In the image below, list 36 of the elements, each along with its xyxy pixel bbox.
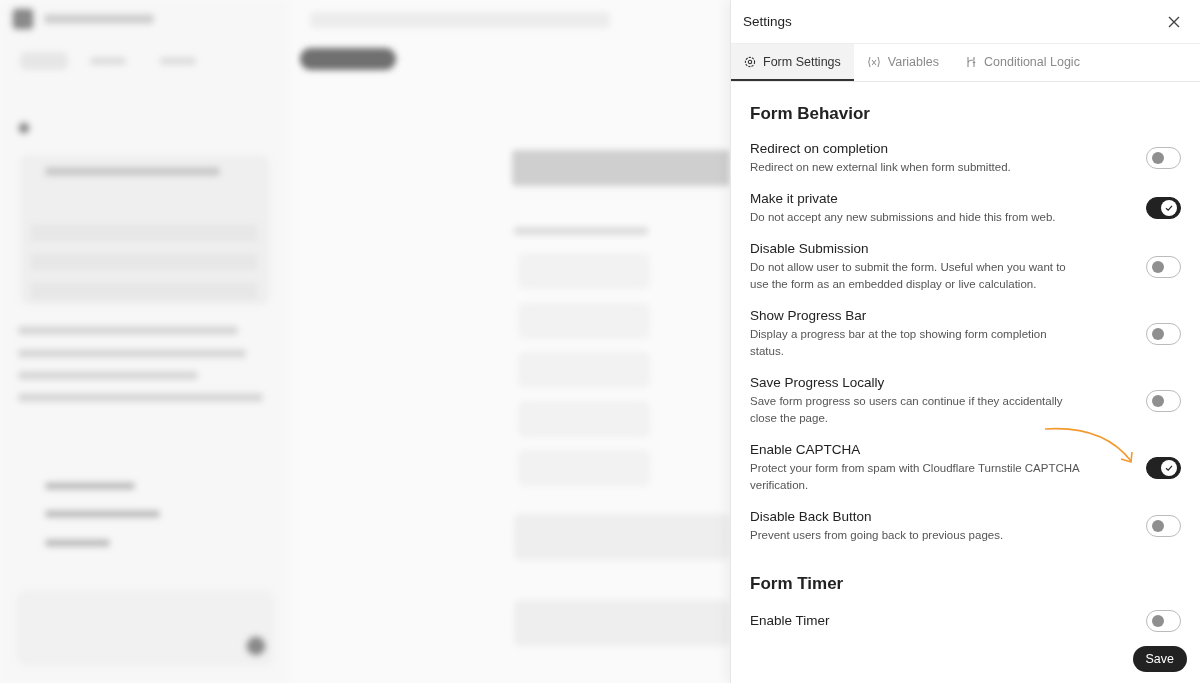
toggle-switch[interactable] — [1146, 515, 1181, 537]
toggle-switch[interactable] — [1146, 322, 1181, 345]
check-icon — [1165, 463, 1173, 472]
setting-label: Show Progress Bar — [750, 307, 868, 325]
section-heading: Form Behavior — [750, 104, 871, 124]
section-heading: Form Timer — [750, 574, 845, 594]
setting-label: Save Progress Locally — [750, 374, 886, 392]
setting-description: Prevent users from going back to previous pages. — [750, 528, 1005, 543]
panel-title: Settings — [743, 14, 792, 29]
toggle-switch[interactable] — [1146, 389, 1181, 412]
save-button[interactable]: Save — [1132, 646, 1187, 672]
setting-description: Redirect on new external link when form submitted. — [750, 160, 1012, 175]
setting-description: Do not allow user to submit the form. Useful when you want to use the form as an embedded display or live calculation. — [750, 260, 1067, 292]
setting-description: Display a progress bar at the top showing form completion status. — [750, 327, 1048, 359]
setting-label: Disable Back Button — [750, 508, 873, 526]
toggle-switch[interactable] — [1146, 456, 1181, 479]
settings-tab[interactable]: Conditional Logic — [952, 44, 1093, 81]
settings-tab[interactable]: Form Settings — [731, 44, 854, 81]
check-icon — [1165, 204, 1173, 212]
setting-description: Do not accept any new submissions and hide this from web. — [750, 210, 1057, 225]
toggle-switch[interactable] — [1146, 197, 1181, 219]
setting-label: Disable Submission — [750, 240, 870, 258]
setting-label: Redirect on completion — [750, 140, 890, 158]
setting-label: Make it private — [750, 190, 839, 208]
setting-description: Save form progress so users can continue if they accidentally close the page. — [750, 394, 1064, 426]
branch-icon — [965, 55, 977, 68]
setting-label: Enable CAPTCHA — [750, 441, 862, 459]
close-icon[interactable] — [1168, 15, 1180, 28]
variable-icon — [866, 55, 881, 68]
toggle-switch[interactable] — [1146, 147, 1181, 169]
setting-label: Enable Timer — [750, 612, 831, 630]
toggle-switch[interactable] — [1146, 610, 1181, 632]
setting-description: Protect your form from spam with Cloudflare Turnstile CAPTCHA verification. — [750, 461, 1080, 493]
toggle-switch[interactable] — [1146, 255, 1181, 278]
settings-tab[interactable]: Variables — [853, 44, 952, 81]
settings-icon — [744, 55, 756, 68]
